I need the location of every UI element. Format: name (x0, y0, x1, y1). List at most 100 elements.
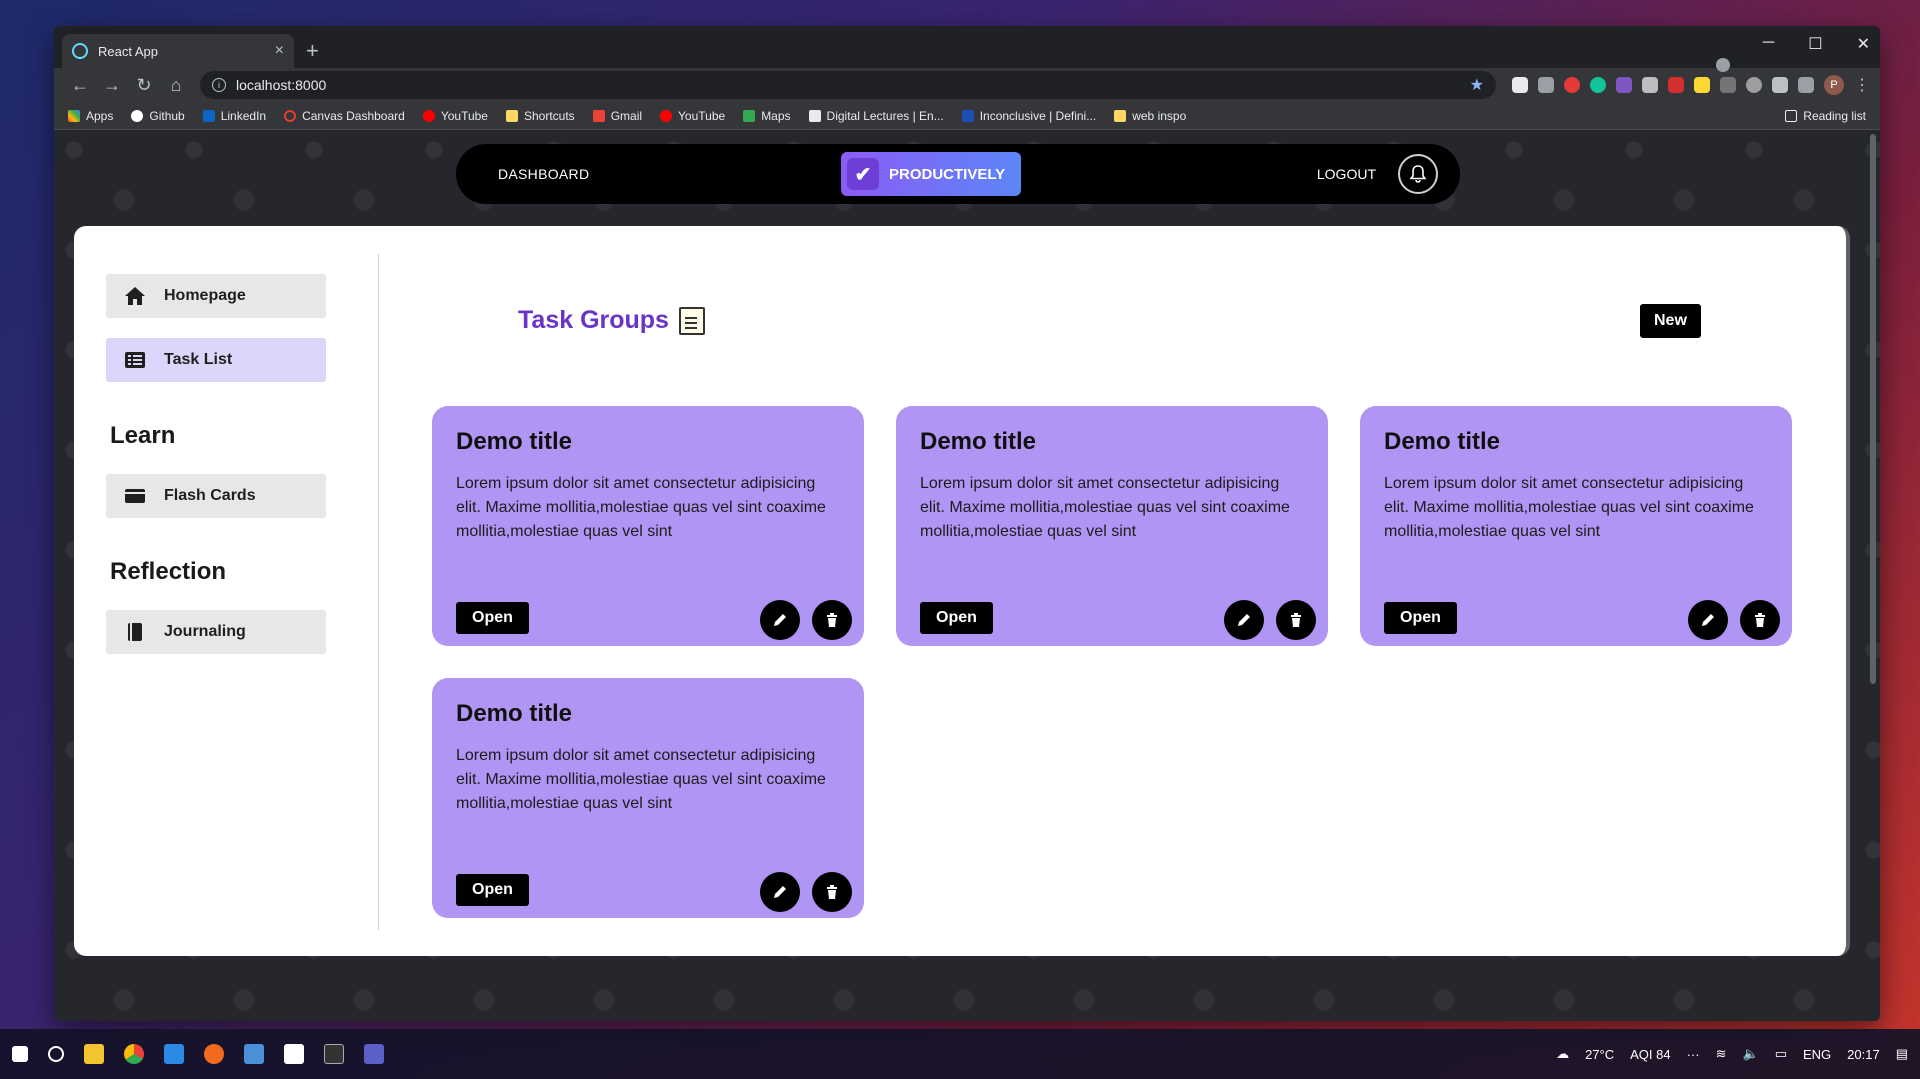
extension-icon[interactable] (1564, 77, 1580, 93)
bookmark-inconclusive[interactable]: Inconclusive | Defini... (961, 109, 1096, 123)
reading-list[interactable]: Reading list (1785, 109, 1866, 123)
browser-window: React App × + ─ ☐ ✕ ← → ↻ ⌂ i localhost:… (54, 26, 1880, 1021)
page-title: Task Groups (518, 306, 669, 334)
more-tray-icon[interactable]: ··· (1687, 1047, 1700, 1062)
youtube-icon (422, 109, 435, 122)
search-icon[interactable] (48, 1046, 64, 1062)
edit-icon[interactable] (760, 872, 800, 912)
open-button[interactable]: Open (456, 874, 529, 906)
media-icon[interactable] (1798, 77, 1814, 93)
extension-icon[interactable] (1746, 77, 1762, 93)
sidebar-item-flash-cards[interactable]: Flash Cards (106, 474, 326, 518)
sidebar-item-task-list[interactable]: Task List (106, 338, 326, 382)
language-label[interactable]: ENG (1803, 1047, 1831, 1062)
logout-link[interactable]: LOGOUT (1317, 166, 1376, 182)
app-icon[interactable] (204, 1044, 224, 1064)
bookmark-youtube[interactable]: YouTube (422, 109, 488, 123)
card-title: Demo title (456, 428, 573, 455)
card-actions (760, 872, 852, 912)
bookmark-youtube-2[interactable]: YouTube (660, 109, 725, 123)
reload-icon[interactable]: ↻ (128, 75, 160, 96)
bookmark-web-inspo[interactable]: web inspo (1114, 109, 1186, 123)
terminal-icon[interactable] (324, 1044, 344, 1064)
edit-icon[interactable] (1688, 600, 1728, 640)
file-explorer-icon[interactable] (84, 1044, 104, 1064)
bookmark-maps[interactable]: Maps (743, 109, 791, 123)
notification-center-icon[interactable]: ▤ (1896, 1046, 1908, 1062)
edit-icon[interactable] (760, 600, 800, 640)
puzzle-icon[interactable] (1772, 77, 1788, 93)
tab-search-icon[interactable] (1716, 58, 1730, 72)
bookmark-apps[interactable]: Apps (68, 109, 113, 123)
new-task-group-button[interactable]: New (1640, 304, 1701, 338)
page-scrollbar[interactable] (1870, 134, 1876, 684)
card-description: Lorem ipsum dolor sit amet consectetur a… (456, 747, 826, 812)
profile-avatar[interactable]: P (1824, 75, 1844, 95)
sidebar-item-journaling[interactable]: Journaling (106, 610, 326, 654)
close-window-icon[interactable]: ✕ (1857, 34, 1870, 54)
notion-icon[interactable] (284, 1044, 304, 1064)
minimize-icon[interactable]: ─ (1763, 34, 1774, 54)
sidebar-item-homepage[interactable]: Homepage (106, 274, 326, 318)
extension-icon[interactable] (1512, 77, 1528, 93)
windows-start-icon[interactable] (12, 1046, 28, 1062)
notification-bell-icon[interactable] (1398, 154, 1438, 194)
home-button-icon[interactable]: ⌂ (160, 75, 192, 96)
battery-icon[interactable]: ▭ (1775, 1046, 1787, 1062)
volume-icon[interactable]: 🔈 (1743, 1046, 1759, 1062)
linkedin-icon (202, 109, 215, 122)
edit-icon[interactable] (1224, 600, 1264, 640)
trash-icon[interactable] (1740, 600, 1780, 640)
new-tab-button[interactable]: + (306, 38, 319, 64)
browser-tab[interactable]: React App × (62, 34, 294, 68)
extension-icon[interactable] (1538, 77, 1554, 93)
open-button[interactable]: Open (920, 602, 993, 634)
card-title: Demo title (1384, 428, 1501, 455)
teams-icon[interactable] (364, 1044, 384, 1064)
tab-title: React App (98, 43, 158, 59)
taskbar-apps (12, 1044, 384, 1064)
trash-icon[interactable] (1276, 600, 1316, 640)
site-info-icon[interactable]: i (212, 78, 226, 92)
card-icon (124, 486, 146, 506)
nav-dashboard-link[interactable]: DASHBOARD (498, 166, 589, 182)
bookmark-digital-lectures[interactable]: Digital Lectures | En... (808, 109, 944, 123)
wifi-icon[interactable]: ≋ (1716, 1046, 1727, 1062)
dictionary-icon (961, 109, 974, 122)
bookmark-star-icon[interactable]: ★ (1470, 75, 1484, 95)
trash-icon[interactable] (812, 872, 852, 912)
extension-icon[interactable] (1642, 77, 1658, 93)
trash-icon[interactable] (812, 600, 852, 640)
bookmark-shortcuts[interactable]: Shortcuts (505, 109, 575, 123)
grammarly-icon[interactable] (1590, 77, 1606, 93)
weather-icon[interactable]: ☁ (1556, 1046, 1569, 1062)
extension-icon[interactable] (1720, 77, 1736, 93)
bookmark-linkedin[interactable]: LinkedIn (202, 109, 266, 123)
checkmark-icon: ✔ (847, 158, 879, 190)
bookmark-github[interactable]: Github (131, 109, 185, 123)
address-bar[interactable]: i localhost:8000 ★ (200, 71, 1496, 99)
list-icon (124, 350, 146, 370)
open-button[interactable]: Open (456, 602, 529, 634)
chrome-icon[interactable] (124, 1044, 144, 1064)
close-tab-icon[interactable]: × (275, 42, 284, 60)
folder-icon (1114, 109, 1127, 122)
open-button[interactable]: Open (1384, 602, 1457, 634)
forward-icon[interactable]: → (96, 75, 128, 96)
extension-icon[interactable] (1616, 77, 1632, 93)
brand-logo[interactable]: ✔ PRODUCTIVELY (841, 152, 1021, 196)
extension-icon[interactable] (1668, 77, 1684, 93)
vscode-icon[interactable] (164, 1044, 184, 1064)
menu-dots-icon[interactable]: ⋮ (1854, 75, 1870, 95)
clock[interactable]: 20:17 (1847, 1047, 1880, 1062)
book-icon (124, 622, 146, 642)
app-icon[interactable] (244, 1044, 264, 1064)
url-text[interactable]: localhost:8000 (236, 77, 1470, 93)
bookmark-canvas[interactable]: Canvas Dashboard (284, 109, 405, 123)
main-panel: Homepage Task List Learn Flash Cards Ref… (74, 226, 1850, 956)
maximize-icon[interactable]: ☐ (1808, 34, 1822, 54)
extension-icon[interactable] (1694, 77, 1710, 93)
extensions: P ⋮ (1512, 75, 1870, 95)
bookmark-gmail[interactable]: Gmail (592, 109, 642, 123)
back-icon[interactable]: ← (64, 75, 96, 96)
